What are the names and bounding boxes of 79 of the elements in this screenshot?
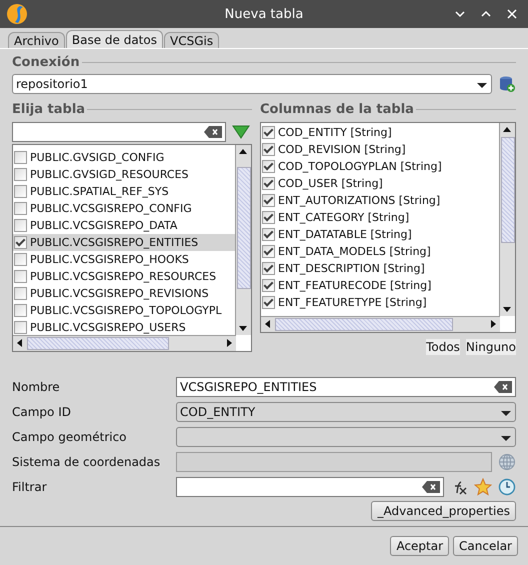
- dialog-button[interactable]: Aceptar: [390, 536, 450, 556]
- table-list-item[interactable]: PUBLIC.VCSGISREPO_ENTITIES: [13, 234, 235, 251]
- checkbox[interactable]: [262, 262, 275, 275]
- name-field[interactable]: VCSGISREPO_ENTITIES: [176, 377, 516, 397]
- field-label: Sistema de coordenadas: [12, 454, 162, 471]
- checkbox[interactable]: [14, 168, 27, 181]
- table-list-item[interactable]: PUBLIC.VCSGISREPO_HOOKS: [13, 251, 235, 268]
- column-list-item[interactable]: ENT_DATA_MODELS [String]: [261, 243, 499, 260]
- section-heading: Elija tabla: [12, 102, 86, 116]
- dropdown[interactable]: COD_ENTITY: [176, 402, 516, 422]
- checkbox[interactable]: [14, 151, 27, 164]
- checkbox[interactable]: [262, 194, 275, 207]
- table-list-item[interactable]: PUBLIC.SPATIAL_REF_SYS: [13, 183, 235, 200]
- tab[interactable]: VCSGis: [164, 32, 220, 48]
- section-heading: Conexión: [12, 54, 80, 70]
- column-list-item[interactable]: COD_TOPOLOGYPLAN [String]: [261, 158, 499, 175]
- clock-icon[interactable]: [498, 478, 516, 496]
- checkbox[interactable]: [262, 211, 275, 224]
- column-list-item[interactable]: COD_REVISION [String]: [261, 141, 499, 158]
- close-icon[interactable]: [506, 8, 518, 20]
- filter-field[interactable]: [176, 477, 444, 497]
- horizontal-scrollbar[interactable]: [261, 316, 500, 332]
- column-list-item[interactable]: COD_USER [String]: [261, 175, 499, 192]
- clear-icon[interactable]: [494, 381, 512, 393]
- column-list-item[interactable]: ENT_DESCRIPTION [String]: [261, 260, 499, 277]
- checkbox[interactable]: [14, 202, 27, 215]
- field-label: Nombre: [12, 379, 61, 396]
- window-title: Nueva tabla: [224, 6, 304, 22]
- table-list-item[interactable]: PUBLIC.VCSGISREPO_RESOURCES: [13, 268, 235, 285]
- checkbox[interactable]: [262, 143, 275, 156]
- app-logo-icon: [6, 3, 28, 25]
- checkbox[interactable]: [14, 287, 27, 300]
- table-list-item[interactable]: PUBLIC.GVSIGD_RESOURCES: [13, 166, 235, 183]
- table-list-item[interactable]: PUBLIC.VCSGISREPO_TOPOLOGYPL: [13, 302, 235, 319]
- checkbox[interactable]: [262, 126, 275, 139]
- table-list-item[interactable]: PUBLIC.VCSGISREPO_DATA: [13, 217, 235, 234]
- field-label: Filtrar: [12, 479, 48, 496]
- checkbox[interactable]: [14, 185, 27, 198]
- checkbox[interactable]: [262, 296, 275, 309]
- checkbox[interactable]: [14, 253, 27, 266]
- filter-icon[interactable]: [232, 124, 250, 140]
- column-list-item[interactable]: ENT_AUTORIZATIONS [String]: [261, 192, 499, 209]
- checkbox[interactable]: [14, 219, 27, 232]
- column-list-item[interactable]: COD_ENTITY [String]: [261, 124, 499, 141]
- checkbox[interactable]: [14, 236, 27, 249]
- select-button[interactable]: Todos: [426, 339, 460, 355]
- column-list-item[interactable]: ENT_FEATURECODE [String]: [261, 277, 499, 294]
- field-label: Campo ID: [12, 404, 72, 421]
- column-list-item[interactable]: ENT_DATATABLE [String]: [261, 226, 499, 243]
- checkbox[interactable]: [262, 160, 275, 173]
- connection-dropdown[interactable]: repositorio1: [12, 74, 492, 94]
- dialog-button[interactable]: Cancelar: [453, 536, 518, 556]
- checkbox[interactable]: [262, 228, 275, 241]
- vertical-scrollbar[interactable]: [235, 145, 251, 335]
- table-list-item[interactable]: PUBLIC.VCSGISREPO_REVISIONS: [13, 285, 235, 302]
- table-list-item[interactable]: PUBLIC.GVSIGD_CONFIG: [13, 149, 235, 166]
- checkbox[interactable]: [262, 177, 275, 190]
- checkbox[interactable]: [14, 321, 27, 334]
- horizontal-scrollbar[interactable]: [13, 335, 236, 351]
- search-field[interactable]: [12, 122, 226, 142]
- checkbox[interactable]: [262, 279, 275, 292]
- field-label: Campo geométrico: [12, 429, 128, 446]
- table-list-item[interactable]: PUBLIC.VCSGISREPO_USERS: [13, 319, 235, 335]
- clear-icon[interactable]: [204, 126, 222, 138]
- database-add-icon[interactable]: [498, 75, 516, 93]
- star-icon[interactable]: [474, 478, 492, 496]
- table-list-item[interactable]: PUBLIC.VCSGISREPO_CONFIG: [13, 200, 235, 217]
- column-list-item[interactable]: ENT_CATEGORY [String]: [261, 209, 499, 226]
- column-list-item[interactable]: ENT_FEATURETYPE [String]: [261, 294, 499, 311]
- select-button[interactable]: Ninguno: [466, 339, 516, 355]
- checkbox[interactable]: [262, 245, 275, 258]
- vertical-scrollbar[interactable]: [499, 123, 515, 316]
- clear-icon[interactable]: [422, 481, 440, 493]
- tab[interactable]: Archivo: [8, 32, 65, 48]
- checkbox[interactable]: [14, 304, 27, 317]
- tab[interactable]: Base de datos: [66, 30, 163, 48]
- section-heading: Columnas de la tabla: [260, 102, 414, 116]
- advanced-properties-button[interactable]: _Advanced_properties: [371, 501, 516, 521]
- checkbox[interactable]: [14, 270, 27, 283]
